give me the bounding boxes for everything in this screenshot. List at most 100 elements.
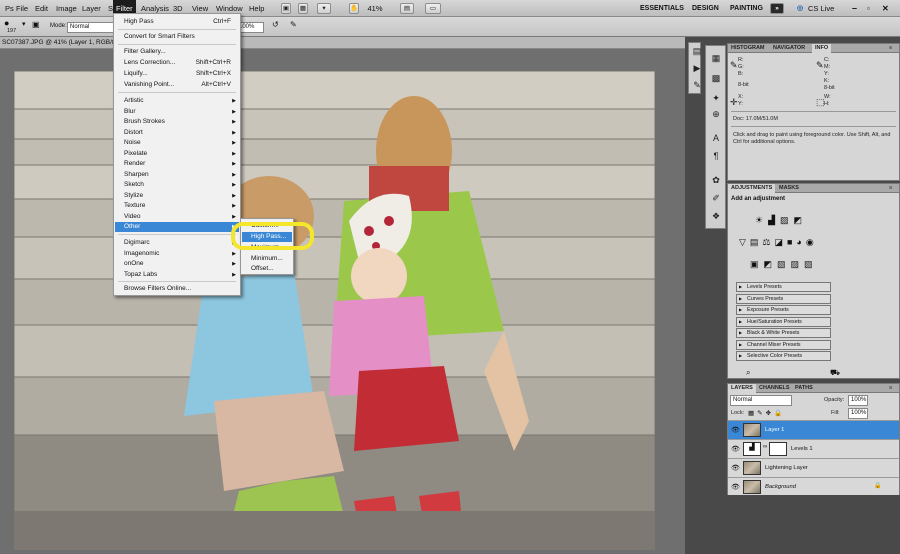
- menu-item-blur[interactable]: Blur ▶: [115, 107, 239, 117]
- adjustment-clip-icon[interactable]: ⛟: [830, 368, 840, 378]
- bridge-icon[interactable]: ▣: [281, 3, 291, 14]
- tab-channels[interactable]: CHANNELS: [756, 384, 793, 393]
- brush-size[interactable]: 197: [7, 28, 16, 34]
- workspace-design[interactable]: DESIGN: [692, 0, 719, 17]
- tab-histogram[interactable]: HISTOGRAM: [728, 44, 768, 53]
- cs-live-button[interactable]: CS Live: [805, 0, 837, 17]
- cs-live-icon[interactable]: ◎: [797, 0, 803, 17]
- minimize-icon[interactable]: –: [852, 0, 857, 17]
- preset-channel-mixer[interactable]: Channel Mixer Presets: [736, 339, 831, 350]
- tool-presets-icon[interactable]: ✎: [690, 79, 704, 92]
- swatches-icon[interactable]: ▩: [709, 72, 723, 85]
- menu-layer[interactable]: Layer: [79, 0, 104, 17]
- menu-item-digimarc[interactable]: Digimarc ▶: [115, 238, 239, 248]
- close-icon[interactable]: ✕: [882, 0, 889, 17]
- menu-item-sharpen[interactable]: Sharpen ▶: [115, 170, 239, 180]
- restore-icon[interactable]: ▫: [867, 0, 870, 17]
- mode-select[interactable]: Normal: [67, 22, 115, 33]
- menu-item-last-filter[interactable]: High Pass Ctrl+F: [115, 17, 239, 27]
- layer-fill-field[interactable]: 100%: [848, 408, 868, 419]
- character-icon[interactable]: A: [709, 132, 723, 145]
- extras-icon[interactable]: ▾: [317, 3, 331, 14]
- menu-help[interactable]: Help: [246, 0, 267, 17]
- character-panel-icon[interactable]: ▦: [709, 52, 723, 65]
- preset-hue-saturation[interactable]: Hue/Saturation Presets: [736, 316, 831, 327]
- lock-icons[interactable]: ▦✎✥🔒: [748, 409, 785, 417]
- document-tab[interactable]: SC07387.JPG @ 41% (Layer 1, RGB/8*): [0, 37, 685, 49]
- airbrush-icon[interactable]: ✎: [290, 20, 297, 29]
- preset-exposure[interactable]: Exposure Presets: [736, 305, 831, 315]
- menu-item-sketch[interactable]: Sketch ▶: [115, 180, 239, 190]
- menu-item-distort[interactable]: Distort ▶: [115, 128, 239, 138]
- adjustment-footer-icon[interactable]: ⌕: [746, 368, 750, 378]
- layer-row-background[interactable]: 👁 Background 🔒: [728, 477, 899, 495]
- brush-panel-icon[interactable]: ▣: [32, 20, 40, 29]
- menu-item-convert-smart-filters[interactable]: Convert for Smart Filters: [115, 32, 239, 42]
- brush-picker-arrow-icon[interactable]: ▾: [22, 20, 26, 28]
- layer-row-levels1[interactable]: 👁 ▟ ∞ Levels 1: [728, 439, 899, 458]
- layer-row-layer1[interactable]: 👁 Layer 1: [728, 420, 899, 439]
- eye-icon[interactable]: 👁: [731, 445, 740, 453]
- link-icon[interactable]: ∞: [763, 444, 767, 450]
- menu-item-render[interactable]: Render ▶: [115, 159, 239, 169]
- menu-file[interactable]: File: [13, 0, 31, 17]
- adjustment-icons-row-2[interactable]: ▽▤⚖◪■◕◉: [739, 236, 889, 248]
- adjustment-icons-row-3[interactable]: ▣◩▧▨▧: [750, 258, 870, 270]
- tab-paths[interactable]: PATHS: [792, 384, 816, 393]
- notes-icon[interactable]: ✐: [709, 192, 723, 205]
- submenu-item-minimum[interactable]: Minimum...: [242, 254, 292, 264]
- eye-icon[interactable]: 👁: [731, 426, 740, 434]
- preset-levels[interactable]: Levels Presets: [736, 282, 831, 292]
- arrange-docs-icon[interactable]: ▤: [400, 3, 414, 14]
- menu-item-imagenomic[interactable]: Imagenomic ▶: [115, 249, 239, 259]
- submenu-item-offset[interactable]: Offset...: [242, 264, 292, 274]
- menu-edit[interactable]: Edit: [32, 0, 51, 17]
- layer-opacity-field[interactable]: 100%: [848, 395, 868, 406]
- clone-source-icon[interactable]: ⊕: [709, 108, 723, 121]
- zoom-level[interactable]: 41%: [355, 0, 395, 17]
- eye-icon[interactable]: 👁: [731, 483, 740, 491]
- preset-selective-color[interactable]: Selective Color Presets: [736, 351, 831, 361]
- actions-icon[interactable]: ▶: [690, 62, 704, 75]
- brush-icon[interactable]: ●: [4, 18, 9, 28]
- history-icon[interactable]: ▤: [690, 45, 704, 58]
- tab-navigator[interactable]: NAVIGATOR: [770, 44, 808, 53]
- preset-black-white[interactable]: Black & White Presets: [736, 328, 831, 338]
- styles-icon[interactable]: ✦: [709, 92, 723, 105]
- menu-item-lens-correction[interactable]: Lens Correction... Shift+Ctrl+R: [115, 58, 239, 68]
- screen-mode-icon[interactable]: ▭: [425, 3, 441, 14]
- menu-item-noise[interactable]: Noise ▶: [115, 138, 239, 148]
- photo-canvas[interactable]: [14, 71, 655, 550]
- menu-item-stylize[interactable]: Stylize ▶: [115, 191, 239, 201]
- tab-info[interactable]: INFO: [812, 44, 832, 53]
- preset-curves[interactable]: Curves Presets: [736, 293, 831, 304]
- menu-item-vanishing-point[interactable]: Vanishing Point... Alt+Ctrl+V: [115, 80, 239, 90]
- blend-mode-select[interactable]: Normal: [730, 395, 792, 406]
- menu-item-video[interactable]: Video ▶: [115, 212, 239, 222]
- panel-menu-icon[interactable]: ≡: [886, 44, 895, 53]
- menu-item-onone[interactable]: onOne ▶: [115, 259, 239, 269]
- menu-item-artistic[interactable]: Artistic ▶: [115, 96, 239, 106]
- menu-item-brush-strokes[interactable]: Brush Strokes ▶: [115, 117, 239, 127]
- menu-item-texture[interactable]: Texture ▶: [115, 201, 239, 211]
- menu-item-other[interactable]: Other ▶: [115, 222, 239, 232]
- panel-menu-icon[interactable]: ≡: [886, 384, 895, 393]
- menu-item-browse-filters[interactable]: Browse Filters Online...: [115, 284, 239, 294]
- 3d-icon[interactable]: ❖: [709, 210, 723, 223]
- eye-icon[interactable]: 👁: [731, 464, 740, 472]
- panel-menu-icon[interactable]: ≡: [886, 184, 895, 193]
- tab-masks[interactable]: MASKS: [776, 184, 802, 193]
- workspace-painting[interactable]: PAINTING: [730, 0, 763, 17]
- adjustment-icons-row-1[interactable]: ☀▟▨◩: [755, 214, 875, 226]
- pressure-opacity-icon[interactable]: ↺: [272, 20, 279, 29]
- menu-item-liquify[interactable]: Liquify... Shift+Ctrl+X: [115, 69, 239, 79]
- layer-row-lightening[interactable]: 👁 Lightening Layer: [728, 458, 899, 477]
- menu-item-pixelate[interactable]: Pixelate ▶: [115, 149, 239, 159]
- menu-item-filter-gallery[interactable]: Filter Gallery...: [115, 47, 239, 57]
- tab-layers[interactable]: LAYERS: [728, 384, 756, 393]
- menu-image[interactable]: Image: [53, 0, 80, 17]
- menu-item-topaz-labs[interactable]: Topaz Labs ▶: [115, 270, 239, 280]
- brush-preset-icon[interactable]: ✿: [709, 174, 723, 187]
- paragraph-icon[interactable]: ¶: [709, 150, 723, 163]
- workspace-essentials[interactable]: ESSENTIALS: [640, 0, 684, 17]
